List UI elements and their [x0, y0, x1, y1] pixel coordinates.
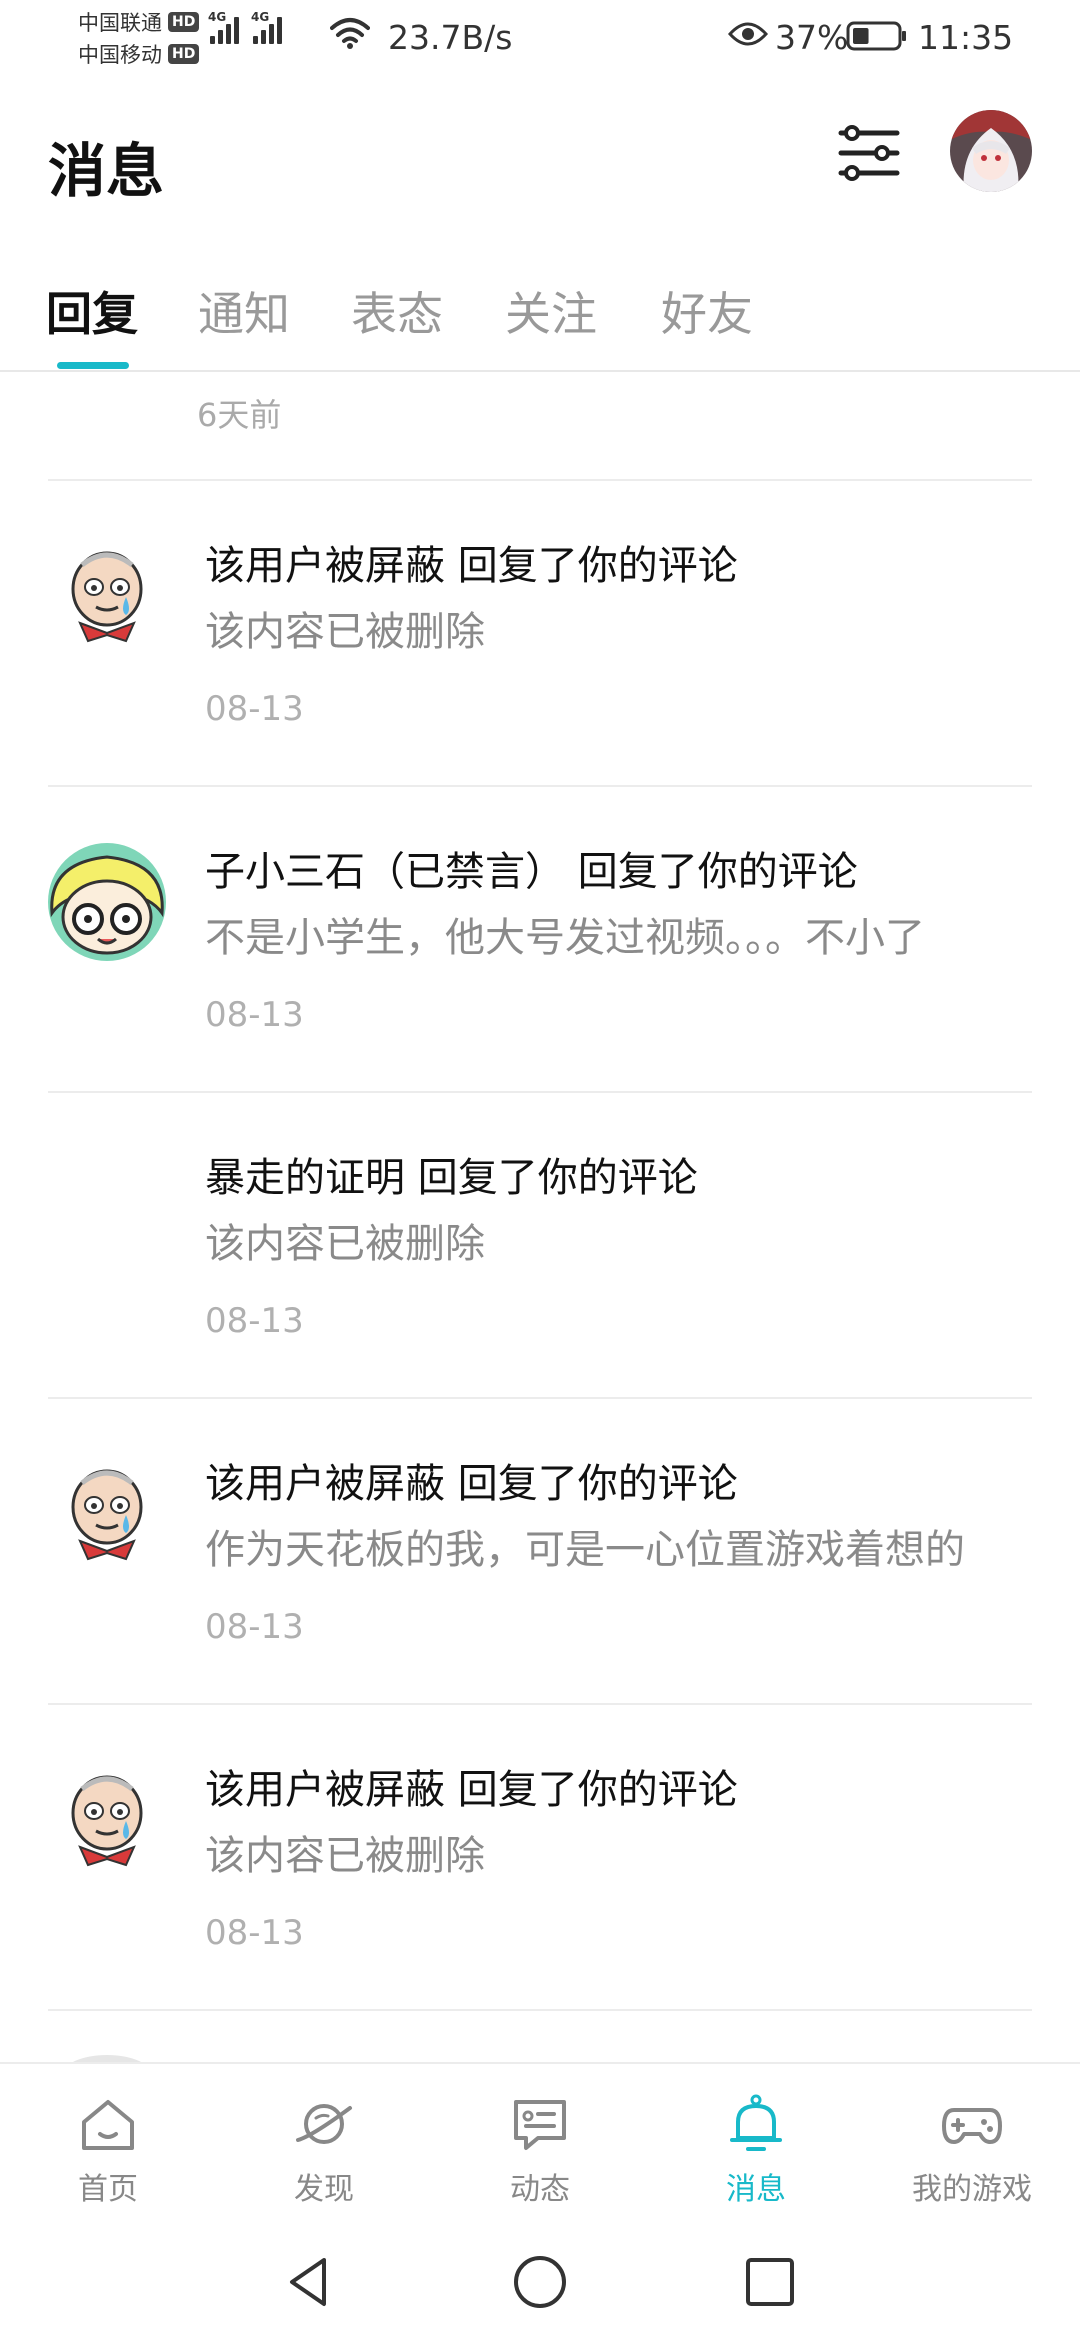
clock: 11:35: [918, 18, 1014, 57]
list-item[interactable]: 该用户被屏蔽 回复了你的评论 该内容已被删除 08-13: [0, 481, 1080, 787]
bald-cartoon-avatar[interactable]: [48, 1761, 166, 1879]
network-speed: 23.7B/s: [388, 18, 513, 57]
divider: [48, 2009, 1032, 2011]
battery-percent: 37%: [775, 18, 849, 57]
eye-icon: [728, 22, 768, 46]
status-bar: 中国联通 HD 中国移动 HD 4G 4G 23.7B/s 37% 11:35: [0, 0, 1080, 80]
message-time: 08-13: [205, 1301, 304, 1341]
sliders-icon[interactable]: [836, 120, 902, 186]
nav-label: 发现: [294, 2172, 354, 2207]
list-item[interactable]: 该用户被屏蔽 回复了你的评论 该内容已被删除 08-13: [0, 1705, 1080, 2011]
back-triangle-icon[interactable]: [278, 2250, 342, 2314]
system-nav-bar: [0, 2224, 1080, 2340]
page-title: 消息: [48, 137, 165, 205]
bald-cartoon-avatar[interactable]: [48, 537, 166, 655]
nav-label: 我的游戏: [912, 2172, 1032, 2207]
list-item[interactable]: 子小三石（已禁言） 回复了你的评论 不是小学生，他大号发过视频。。。不小了 08…: [0, 787, 1080, 1093]
hd-badge: HD: [168, 12, 200, 32]
carrier-name-1: 中国联通: [78, 11, 162, 35]
message-tabs: 回复 通知 表态 关注 好友: [0, 270, 1080, 372]
message-body: 该内容已被删除: [205, 1221, 485, 1267]
message-time: 08-13: [205, 995, 304, 1035]
message-time: 08-13: [205, 689, 304, 729]
tab-friends[interactable]: 好友: [661, 278, 753, 344]
nav-label: 动态: [510, 2172, 570, 2207]
list-item[interactable]: 该用户被屏蔽 回复了你的评论 作为天花板的我，可是一心位置游戏着想的 08-13: [0, 1399, 1080, 1705]
list-item[interactable]: 暴走的证明 回复了你的评论 该内容已被删除 08-13: [0, 1093, 1080, 1399]
signal-icon: 4G: [208, 10, 239, 44]
hd-badge: HD: [168, 44, 200, 64]
tab-reaction[interactable]: 表态: [351, 278, 443, 344]
message-body: 该内容已被删除: [205, 609, 485, 655]
message-title: 该用户被屏蔽 回复了你的评论: [205, 1461, 738, 1507]
nav-my-games[interactable]: 我的游戏: [864, 2064, 1080, 2226]
nav-home[interactable]: 首页: [0, 2064, 216, 2226]
message-body: 该内容已被删除: [205, 1833, 485, 1879]
previous-item-time: 6天前: [197, 396, 282, 434]
user-avatar[interactable]: [950, 110, 1032, 192]
yellow-hair-cartoon-avatar[interactable]: [48, 843, 166, 961]
signal-icon: 4G: [251, 10, 282, 44]
nav-discover[interactable]: 发现: [216, 2064, 432, 2226]
message-title: 暴走的证明 回复了你的评论: [205, 1155, 698, 1201]
bell-icon: [730, 2094, 782, 2151]
home-icon: [82, 2100, 134, 2150]
tab-notice[interactable]: 通知: [198, 278, 290, 344]
home-circle-icon[interactable]: [508, 2250, 572, 2314]
wifi-icon: [330, 18, 370, 49]
network-type: 4G: [251, 10, 270, 24]
gamepad-icon: [942, 2108, 1002, 2144]
tab-follow[interactable]: 关注: [505, 278, 597, 344]
tab-indicator: [57, 362, 129, 369]
carrier-name-2: 中国移动: [78, 43, 162, 67]
battery-icon: [846, 21, 906, 51]
nav-feed[interactable]: 动态: [432, 2064, 648, 2226]
message-time: 08-13: [205, 1607, 304, 1647]
nav-label: 首页: [78, 2172, 138, 2207]
message-title: 该用户被屏蔽 回复了你的评论: [205, 1767, 738, 1813]
bottom-nav: 首页 发现 动态 消息 我的游戏: [0, 2062, 1080, 2224]
nav-messages[interactable]: 消息: [648, 2064, 864, 2226]
tab-reply[interactable]: 回复: [46, 278, 138, 344]
message-body: 不是小学生，他大号发过视频。。。不小了: [205, 915, 925, 961]
message-title: 子小三石（已禁言） 回复了你的评论: [205, 849, 858, 895]
network-type: 4G: [208, 10, 227, 24]
signal-group: 4G 4G: [208, 10, 282, 44]
bald-cartoon-avatar[interactable]: [48, 1455, 166, 1573]
carrier-line-2: 中国移动 HD: [78, 38, 208, 70]
chat-card-icon: [514, 2100, 566, 2150]
recents-square-icon[interactable]: [738, 2250, 802, 2314]
carrier-block: 中国联通 HD 中国移动 HD: [78, 6, 208, 70]
message-time: 08-13: [205, 1913, 304, 1953]
message-body: 作为天花板的我，可是一心位置游戏着想的: [205, 1527, 965, 1573]
carrier-line-1: 中国联通 HD: [78, 6, 208, 38]
message-title: 该用户被屏蔽 回复了你的评论: [205, 543, 738, 589]
nav-label: 消息: [726, 2172, 786, 2207]
planet-icon: [296, 2104, 352, 2144]
